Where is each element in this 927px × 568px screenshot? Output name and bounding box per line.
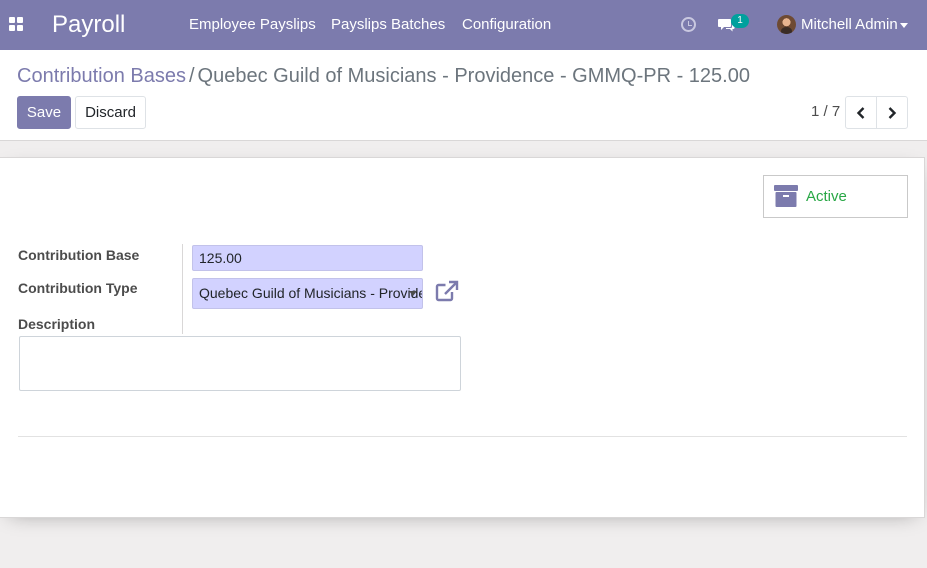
menu-employee-payslips[interactable]: Employee Payslips: [189, 16, 316, 34]
user-menu-caret-icon[interactable]: [900, 23, 908, 28]
control-panel: Contribution Bases / Quebec Guild of Music…: [0, 50, 927, 141]
active-status-label: Active: [806, 188, 847, 205]
chevron-right-icon: [888, 107, 897, 119]
form-separator: [18, 436, 907, 437]
breadcrumb: Contribution Bases / Quebec Guild of Music…: [17, 64, 750, 88]
discard-button[interactable]: Discard: [75, 96, 146, 129]
pager-value[interactable]: 1 / 7: [811, 103, 840, 121]
activity-clock-icon[interactable]: [681, 17, 696, 32]
external-link-icon[interactable]: [435, 280, 459, 302]
contribution-type-label: Contribution Type: [18, 280, 138, 296]
description-label: Description: [18, 316, 96, 332]
pager-previous-button[interactable]: [845, 96, 877, 129]
menu-configuration[interactable]: Configuration: [462, 16, 551, 34]
label-column-divider: [182, 244, 183, 334]
apps-grid-icon[interactable]: [9, 17, 24, 32]
breadcrumb-current: Quebec Guild of Musicians - Providence -…: [197, 65, 750, 87]
contribution-base-input[interactable]: 125.00: [192, 245, 423, 271]
contribution-base-label: Contribution Base: [18, 247, 140, 263]
contribution-type-value: Quebec Guild of Musicians - Providence: [199, 285, 422, 301]
user-avatar[interactable]: [777, 15, 796, 34]
pager-next-button[interactable]: [876, 96, 908, 129]
form-sheet: Active Contribution Base Contribution Ty…: [0, 157, 925, 518]
breadcrumb-separator: /: [188, 65, 195, 87]
contribution-type-select[interactable]: Quebec Guild of Musicians - Providence: [192, 278, 423, 309]
chat-count-badge: 1: [731, 14, 749, 28]
user-menu-name[interactable]: Mitchell Admin: [801, 16, 898, 34]
description-textarea[interactable]: [19, 336, 461, 391]
breadcrumb-parent-link[interactable]: Contribution Bases: [17, 65, 186, 87]
save-button[interactable]: Save: [17, 96, 71, 129]
chevron-left-icon: [856, 107, 865, 119]
active-toggle-button[interactable]: Active: [763, 175, 908, 218]
top-navbar: Payroll Employee Payslips Payslips Batch…: [0, 0, 927, 50]
menu-payslips-batches[interactable]: Payslips Batches: [331, 16, 445, 34]
archive-icon: [774, 185, 798, 207]
app-title[interactable]: Payroll: [52, 10, 125, 40]
caret-down-icon[interactable]: [409, 291, 417, 296]
